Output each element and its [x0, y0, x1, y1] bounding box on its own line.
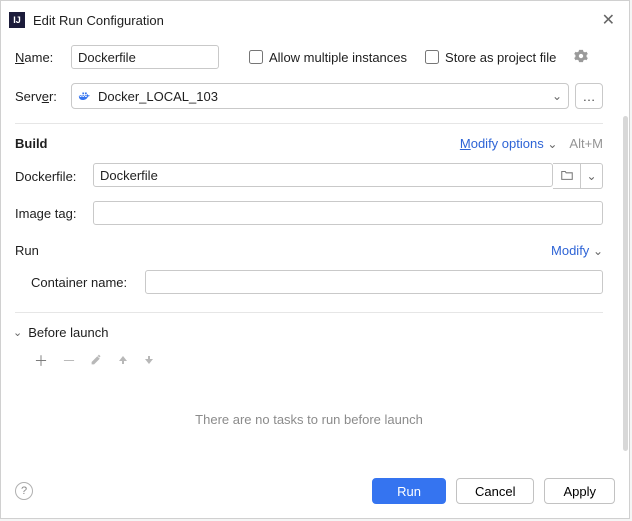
edit-run-config-dialog: IJ Edit Run Configuration ✕ Name: Allow … [0, 0, 630, 519]
move-down-icon[interactable] [143, 353, 155, 369]
store-project-box[interactable] [425, 50, 439, 64]
docker-icon [78, 89, 92, 103]
container-name-row: Container name: [15, 270, 603, 294]
run-title: Run [15, 243, 551, 258]
modify-options-hint: Alt+M [569, 136, 603, 151]
separator [15, 123, 603, 124]
close-icon[interactable]: ✕ [598, 10, 619, 30]
dockerfile-input[interactable] [93, 163, 553, 187]
dialog-footer: ? Run Cancel Apply [1, 468, 629, 518]
title-bar: IJ Edit Run Configuration ✕ [1, 1, 629, 39]
name-label: Name: [15, 50, 71, 65]
name-input[interactable] [71, 45, 219, 69]
image-tag-input[interactable] [93, 201, 603, 225]
name-row: Name: Allow multiple instances Store as … [15, 45, 603, 69]
dockerfile-label: Dockerfile: [15, 169, 93, 184]
cancel-button[interactable]: Cancel [456, 478, 534, 504]
chevron-down-icon: ⌄ [593, 244, 603, 258]
before-launch-toolbar: ＋ － [25, 346, 603, 376]
allow-multiple-checkbox[interactable]: Allow multiple instances [249, 50, 407, 65]
run-section-header: Run Modify ⌄ [15, 243, 603, 258]
before-launch-empty: There are no tasks to run before launch [15, 376, 603, 445]
before-launch-label: Before launch [28, 325, 108, 340]
allow-multiple-box[interactable] [249, 50, 263, 64]
modify-options-link[interactable]: Modify options ⌄ [460, 136, 558, 151]
chevron-down-icon: ⌄ [552, 89, 562, 103]
run-modify-link[interactable]: Modify ⌄ [551, 243, 603, 258]
server-label: Server: [15, 89, 71, 104]
chevron-down-icon: ⌄ [547, 137, 557, 151]
apply-button[interactable]: Apply [544, 478, 615, 504]
image-tag-row: Image tag: [15, 201, 603, 225]
add-icon[interactable]: ＋ [34, 351, 48, 371]
image-tag-label: Image tag: [15, 206, 93, 221]
dockerfile-dropdown-button[interactable]: ⌄ [581, 163, 603, 189]
server-select[interactable]: Docker_LOCAL_103 ⌄ [71, 83, 569, 109]
server-value: Docker_LOCAL_103 [98, 89, 552, 104]
dockerfile-row: Dockerfile: ⌄ [15, 163, 603, 189]
before-launch-header[interactable]: ⌄ Before launch [15, 325, 603, 340]
move-up-icon[interactable] [117, 353, 129, 369]
store-project-checkbox[interactable]: Store as project file [425, 50, 556, 65]
server-row: Server: Docker_LOCAL_103 ⌄ … [15, 83, 603, 109]
app-icon: IJ [9, 12, 25, 28]
chevron-down-icon: ⌄ [586, 169, 596, 183]
container-name-label: Container name: [15, 275, 145, 290]
build-section-header: Build Modify options ⌄ Alt+M [15, 136, 603, 151]
dialog-content: Name: Allow multiple instances Store as … [1, 39, 629, 468]
browse-dockerfile-button[interactable] [553, 163, 581, 189]
dialog-title: Edit Run Configuration [33, 13, 598, 28]
server-browse-button[interactable]: … [575, 83, 603, 109]
remove-icon[interactable]: － [62, 351, 76, 371]
help-button[interactable]: ? [15, 482, 33, 500]
run-button[interactable]: Run [372, 478, 446, 504]
build-title: Build [15, 136, 460, 151]
container-name-input[interactable] [145, 270, 603, 294]
gear-icon[interactable] [574, 49, 588, 66]
folder-icon [560, 168, 574, 185]
separator [15, 312, 603, 313]
chevron-down-icon: ⌄ [15, 326, 22, 339]
edit-icon[interactable] [90, 353, 103, 369]
scrollbar[interactable] [623, 116, 628, 451]
